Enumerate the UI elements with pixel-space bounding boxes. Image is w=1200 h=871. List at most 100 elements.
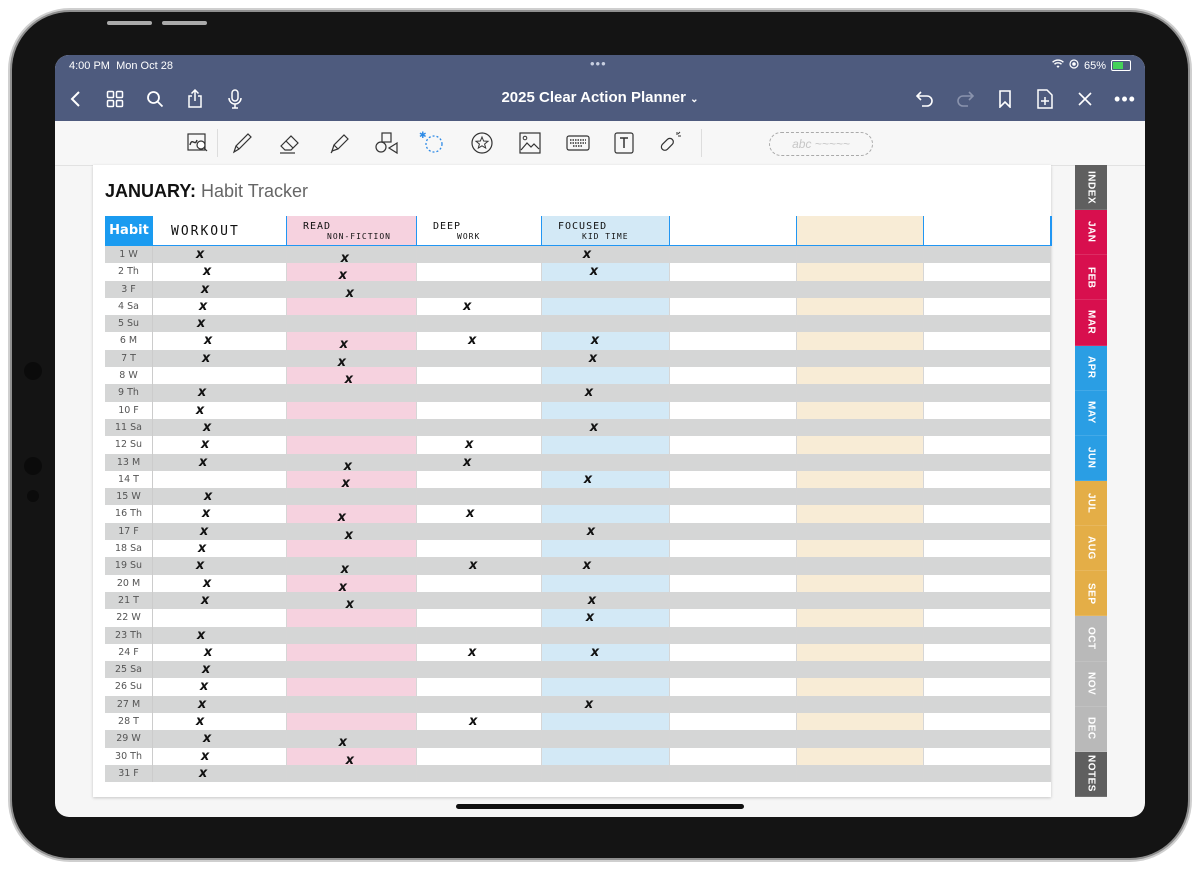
habit-column-header[interactable]: DEEP WORK [417, 216, 542, 246]
habit-check-cell[interactable] [797, 315, 924, 333]
habit-check-cell[interactable] [670, 315, 797, 333]
habit-check-cell[interactable] [670, 436, 797, 454]
habit-check-cell[interactable] [924, 349, 1051, 368]
habit-check-cell[interactable] [417, 384, 542, 402]
habit-check-cell[interactable]: x [417, 297, 542, 316]
habit-check-cell[interactable] [924, 678, 1051, 696]
undo-icon[interactable] [913, 87, 937, 111]
habit-check-cell[interactable] [417, 661, 542, 679]
image-icon[interactable] [517, 130, 543, 156]
tab-jul[interactable]: JUL [1075, 480, 1107, 527]
shapes-icon[interactable] [373, 130, 399, 156]
habit-check-cell[interactable] [924, 367, 1051, 385]
habit-check-cell[interactable]: x [542, 418, 670, 437]
habit-check-cell[interactable] [670, 418, 797, 437]
tab-aug[interactable]: AUG [1075, 526, 1107, 572]
tab-jan[interactable]: JAN [1075, 210, 1107, 256]
habit-check-cell[interactable]: x [542, 384, 670, 402]
habit-check-cell[interactable] [924, 764, 1051, 783]
habit-check-cell[interactable] [287, 678, 417, 696]
habit-check-cell[interactable] [287, 695, 417, 714]
habit-check-cell[interactable] [797, 522, 924, 541]
habit-check-cell[interactable] [924, 384, 1051, 402]
habit-check-cell[interactable] [542, 764, 670, 783]
tab-apr[interactable]: APR [1075, 345, 1107, 391]
habit-check-cell[interactable]: x [287, 280, 417, 301]
habit-check-cell[interactable] [670, 557, 797, 575]
habit-check-cell[interactable] [797, 470, 924, 489]
habit-check-cell[interactable]: x [153, 297, 287, 316]
habit-check-cell[interactable]: x [153, 332, 287, 350]
habit-check-cell[interactable] [797, 626, 924, 644]
habit-check-cell[interactable] [670, 246, 797, 264]
habit-check-cell[interactable]: x [287, 505, 417, 525]
habit-check-cell[interactable]: x [153, 695, 287, 714]
habit-check-cell[interactable] [924, 505, 1051, 523]
habit-check-cell[interactable]: x [153, 574, 287, 592]
habit-check-cell[interactable] [417, 540, 542, 558]
habit-check-cell[interactable] [924, 661, 1051, 679]
habit-check-cell[interactable] [924, 453, 1051, 471]
habit-check-cell[interactable] [670, 626, 797, 644]
habit-check-cell[interactable]: x [153, 747, 287, 765]
habit-check-cell[interactable] [797, 643, 924, 662]
habit-check-cell[interactable] [542, 453, 670, 471]
habit-check-cell[interactable]: x [542, 332, 670, 350]
habit-check-cell[interactable]: x [153, 453, 287, 471]
habit-check-cell[interactable]: x [542, 349, 670, 368]
eraser-icon[interactable] [277, 130, 303, 156]
lasso-icon[interactable]: ✱ [419, 130, 445, 156]
habit-check-cell[interactable] [287, 609, 417, 627]
habit-check-cell[interactable] [797, 747, 924, 765]
habit-check-cell[interactable] [797, 488, 924, 506]
tab-may[interactable]: MAY [1075, 390, 1107, 436]
habit-check-cell[interactable] [417, 418, 542, 437]
habit-column-header[interactable]: FOCUSED KID TIME [542, 216, 670, 246]
habit-check-cell[interactable]: x [542, 643, 670, 662]
habit-check-cell[interactable] [797, 280, 924, 298]
habit-check-cell[interactable] [670, 263, 797, 281]
habit-check-cell[interactable] [153, 367, 287, 385]
habit-check-cell[interactable] [287, 297, 417, 316]
habit-check-cell[interactable]: x [153, 418, 287, 437]
habit-check-cell[interactable]: x [153, 713, 287, 731]
habit-check-cell[interactable] [542, 280, 670, 298]
habit-check-cell[interactable]: x [542, 263, 670, 281]
habit-check-cell[interactable]: x [153, 246, 287, 264]
habit-check-cell[interactable] [797, 764, 924, 783]
habit-check-cell[interactable] [542, 713, 670, 731]
habit-check-cell[interactable]: x [153, 678, 287, 696]
habit-check-cell[interactable] [287, 384, 417, 402]
more-icon[interactable]: ••• [1113, 87, 1137, 111]
habit-check-cell[interactable] [417, 488, 542, 506]
habit-check-cell[interactable] [924, 557, 1051, 575]
habit-check-cell[interactable] [542, 574, 670, 592]
habit-check-cell[interactable] [417, 367, 542, 385]
habit-check-cell[interactable] [287, 764, 417, 783]
habit-check-cell[interactable]: x [542, 591, 670, 610]
habit-check-cell[interactable] [153, 609, 287, 627]
habit-check-cell[interactable] [670, 695, 797, 714]
habit-check-cell[interactable]: x [287, 453, 417, 474]
habit-column-header[interactable] [924, 216, 1051, 246]
habit-check-cell[interactable] [542, 730, 670, 748]
habit-check-cell[interactable] [287, 401, 417, 419]
habit-check-cell[interactable] [542, 661, 670, 679]
habit-check-cell[interactable] [417, 263, 542, 281]
habit-check-cell[interactable] [542, 505, 670, 523]
habit-check-cell[interactable] [797, 263, 924, 281]
habit-check-cell[interactable] [797, 418, 924, 437]
tab-feb[interactable]: FEB [1075, 255, 1107, 301]
habit-check-cell[interactable] [670, 643, 797, 662]
habit-check-cell[interactable] [670, 401, 797, 419]
habit-check-cell[interactable] [924, 609, 1051, 627]
habit-check-cell[interactable] [924, 332, 1051, 350]
habit-check-cell[interactable] [797, 401, 924, 419]
habit-check-cell[interactable]: x [153, 436, 287, 454]
habit-check-cell[interactable] [924, 418, 1051, 437]
habit-check-cell[interactable]: x [542, 557, 670, 575]
home-indicator[interactable] [456, 804, 744, 809]
habit-check-cell[interactable]: x [287, 574, 417, 595]
zoom-box-icon[interactable] [185, 130, 211, 156]
habit-check-cell[interactable] [924, 488, 1051, 506]
